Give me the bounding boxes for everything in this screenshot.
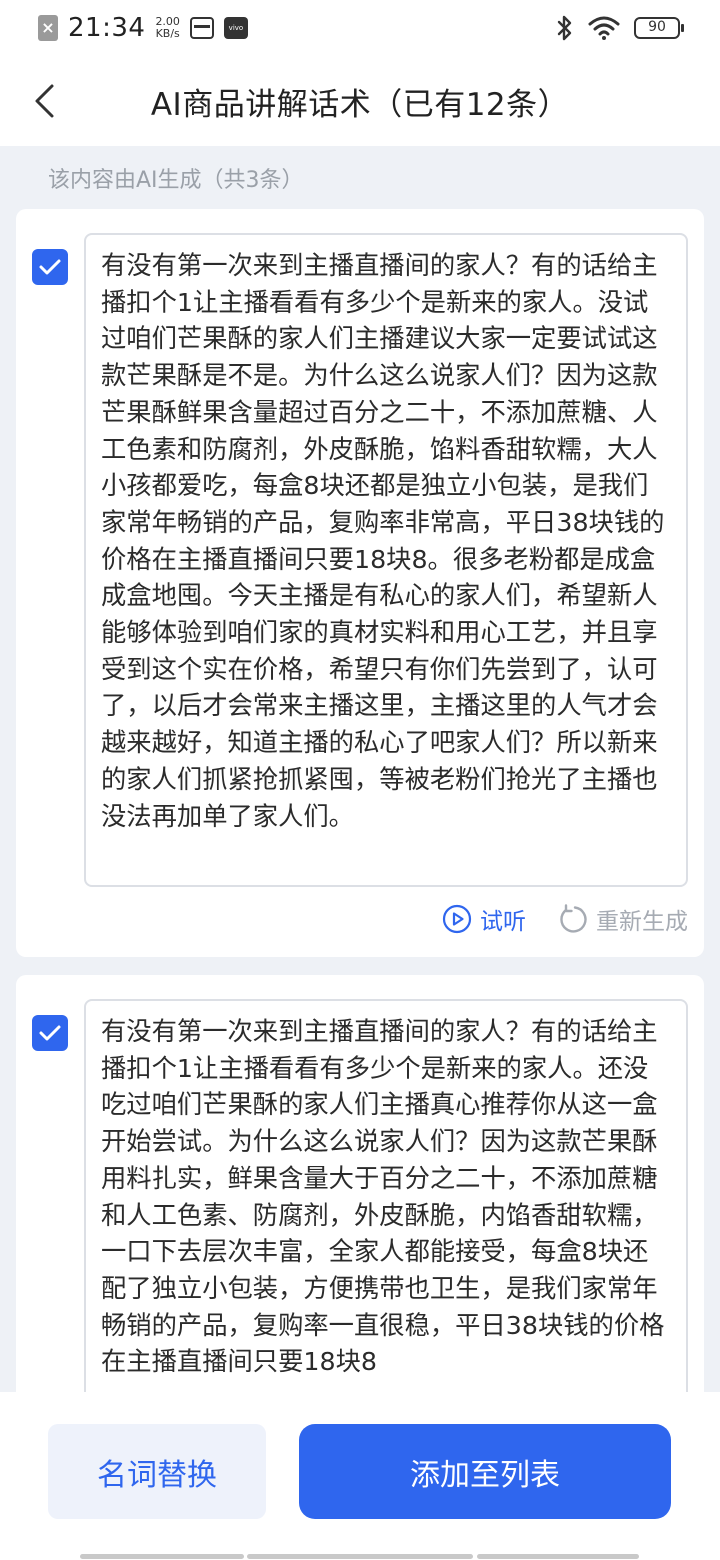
script-checkbox[interactable]: [32, 1015, 68, 1051]
back-button[interactable]: [22, 78, 66, 124]
network-speed: 2.00 KB/s: [155, 16, 180, 40]
listen-label: 试听: [480, 909, 526, 935]
status-bar: × 21:34 2.00 KB/s vivo 90: [0, 0, 720, 56]
nav-handle: [80, 1554, 244, 1559]
script-text: 有没有第一次来到主播直播间的家人？有的话给主播扣个1让主播看看有多少个是新来的家…: [101, 251, 665, 831]
script-checkbox[interactable]: [32, 249, 68, 285]
script-text: 有没有第一次来到主播直播间的家人？有的话给主播扣个1让主播看看有多少个是新来的家…: [101, 1017, 665, 1377]
chevron-left-icon: [35, 84, 54, 118]
page-header: AI商品讲解话术（已有12条）: [0, 56, 720, 146]
no-sim-icon: ×: [38, 15, 58, 41]
term-replace-button[interactable]: 名词替换: [48, 1424, 266, 1519]
ai-generated-note: 该内容由AI生成（共3条）: [48, 168, 304, 193]
status-time: 21:34: [68, 13, 146, 43]
nav-handle: [477, 1554, 639, 1559]
network-speed-unit: KB/s: [155, 27, 180, 40]
listen-button[interactable]: 试听: [442, 902, 526, 936]
vivo-notification-icon: vivo: [223, 17, 248, 39]
script-card: 有没有第一次来到主播直播间的家人？有的话给主播扣个1让主播看看有多少个是新来的家…: [16, 975, 704, 1392]
script-text-field[interactable]: 有没有第一次来到主播直播间的家人？有的话给主播扣个1让主播看看有多少个是新来的家…: [84, 999, 688, 1392]
refresh-icon: [560, 904, 587, 933]
script-text-field[interactable]: 有没有第一次来到主播直播间的家人？有的话给主播扣个1让主播看看有多少个是新来的家…: [84, 233, 688, 887]
page-title: AI商品讲解话术（已有12条）: [150, 86, 570, 123]
regenerate-button[interactable]: 重新生成: [558, 902, 688, 936]
script-list[interactable]: 该内容由AI生成（共3条） 有没有第一次来到主播直播间的家人？有的话给主播扣个1…: [0, 146, 720, 1392]
nav-handle: [247, 1554, 473, 1559]
bluetooth-icon: [557, 15, 572, 41]
battery-indicator: 90: [634, 17, 684, 39]
regenerate-label: 重新生成: [596, 909, 688, 935]
notification-app-icon: [189, 17, 214, 39]
check-icon: [39, 259, 61, 275]
add-to-list-button[interactable]: 添加至列表: [299, 1424, 671, 1519]
wifi-icon: [588, 16, 620, 40]
check-icon: [39, 1025, 61, 1041]
script-card: 有没有第一次来到主播直播间的家人？有的话给主播扣个1让主播看看有多少个是新来的家…: [16, 209, 704, 957]
play-circle-icon: [442, 904, 472, 934]
bottom-action-bar: 名词替换 添加至列表: [0, 1392, 720, 1560]
